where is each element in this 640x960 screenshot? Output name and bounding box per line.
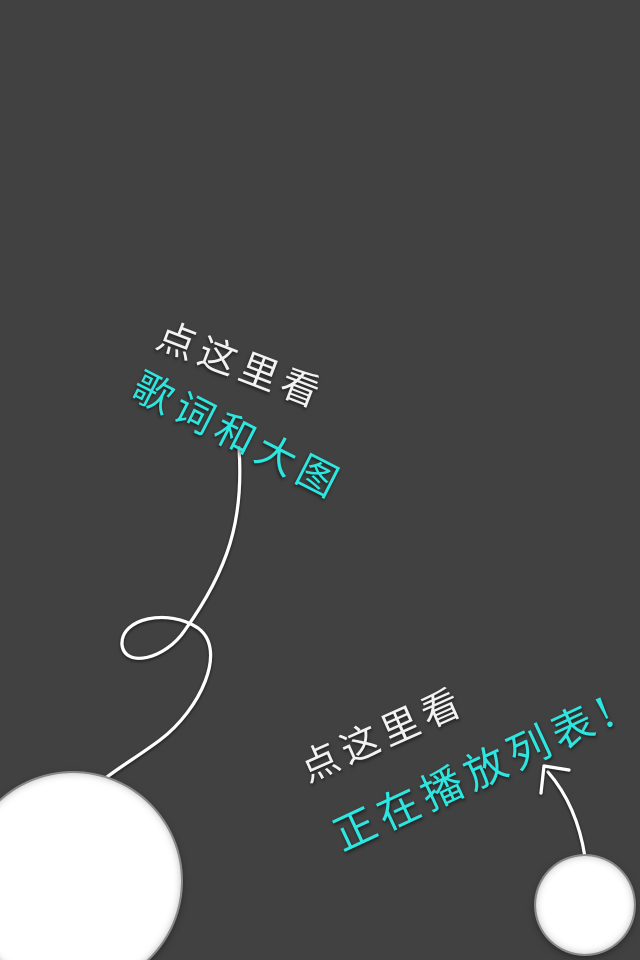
lyrics-guide-line (101, 446, 242, 782)
playlist-guide-arrow-line (546, 770, 587, 859)
playlist-button[interactable] (536, 856, 634, 954)
guide-overlay[interactable]: 点这里看 歌词和大图 点这里看 正在播放列表! (0, 0, 640, 960)
